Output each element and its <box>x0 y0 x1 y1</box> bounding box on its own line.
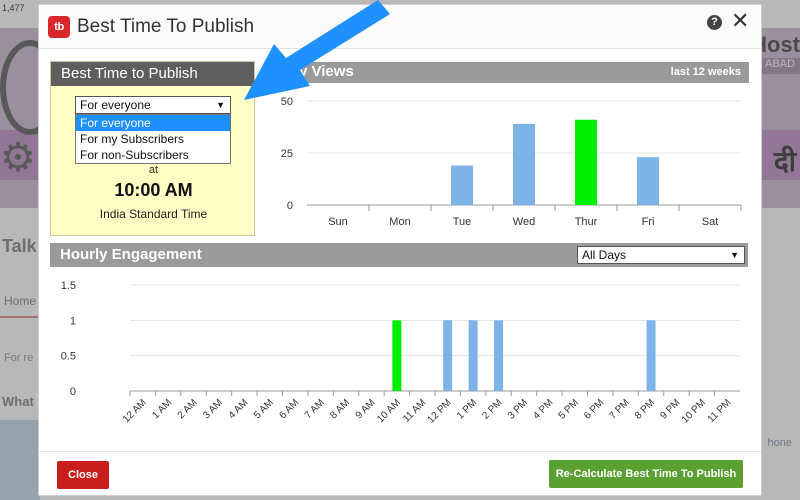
help-icon[interactable]: ? <box>707 15 722 30</box>
best-time-modal: tb Best Time To Publish ? ✕ Best Time to… <box>38 4 762 496</box>
x-tick-label: 5 PM <box>557 397 581 421</box>
x-tick-label: 10 PM <box>680 397 708 425</box>
x-tick-label: 7 PM <box>607 397 631 421</box>
x-tick-label: 10 AM <box>375 397 403 425</box>
x-tick-label: 9 AM <box>354 397 378 421</box>
audience-dropdown-list: For everyone For my Subscribers For non-… <box>75 114 231 164</box>
x-tick-label: 6 AM <box>277 397 301 421</box>
y-tick-label: 25 <box>281 148 293 160</box>
at-label: at <box>148 164 159 176</box>
bar-hour-14 <box>494 320 504 391</box>
x-tick-label: 7 AM <box>303 397 327 421</box>
recalculate-button[interactable]: Re-Calculate Best Time To Publish <box>549 460 743 488</box>
x-tick-label: 8 PM <box>633 397 657 421</box>
x-tick-label: 5 AM <box>252 397 276 421</box>
x-tick-label: 1 AM <box>150 397 174 421</box>
days-filter-select[interactable]: All Days ▼ <box>577 246 745 264</box>
x-tick-label: 2 AM <box>176 397 200 421</box>
audience-option-non-subscribers[interactable]: For non-Subscribers <box>76 147 230 163</box>
x-tick-label: 11 PM <box>706 397 734 425</box>
day-views-period: last 12 weeks <box>670 66 741 78</box>
modal-title: Best Time To Publish <box>77 16 255 37</box>
audience-selected-value: For everyone <box>80 98 151 112</box>
x-tick-label: Wed <box>513 216 535 228</box>
best-time-heading: Best Time to Publish <box>51 62 254 86</box>
dropdown-arrow-icon: ▼ <box>730 250 739 260</box>
x-tick-label: 4 PM <box>531 397 555 421</box>
close-icon[interactable]: ✕ <box>731 10 749 32</box>
x-tick-label: 11 AM <box>401 397 428 424</box>
bar-hour-12 <box>443 320 453 391</box>
bar-hour-20 <box>646 320 656 391</box>
hourly-engagement-chart: 0 0.5 1 1.5 12 AM 1 AM 2 AM 3 AM 4 AM 5 AM 6 AM 7 A… <box>61 280 740 426</box>
audience-option-subscribers[interactable]: For my Subscribers <box>76 131 230 147</box>
y-tick-label: 1 <box>70 315 76 327</box>
close-button[interactable]: Close <box>57 461 109 489</box>
y-tick-label: 1.5 <box>61 280 76 292</box>
annotation-arrow-icon <box>244 0 390 100</box>
x-tick-label: 8 AM <box>328 397 352 421</box>
x-tick-label: 12 AM <box>121 397 149 425</box>
x-tick-label: 1 PM <box>455 397 479 421</box>
bar-thur <box>575 119 597 205</box>
x-tick-label: 3 AM <box>201 397 225 421</box>
y-tick-label: 0.5 <box>61 351 76 363</box>
y-tick-label: 0 <box>287 200 293 212</box>
x-tick-label: 12 PM <box>426 397 454 425</box>
x-tick-label: 3 PM <box>506 397 530 421</box>
x-tick-label: Thur <box>575 216 598 228</box>
dropdown-arrow-icon: ▼ <box>216 100 225 110</box>
y-tick-label: 0 <box>70 386 76 398</box>
timezone-label: India Standard Time <box>99 207 208 221</box>
bar-fri <box>637 157 659 205</box>
best-time-value: 10:00 AM <box>114 180 193 200</box>
audience-select[interactable]: For everyone ▼ <box>75 96 231 114</box>
x-tick-label: Tue <box>453 216 472 228</box>
x-tick-label: 4 AM <box>227 397 251 421</box>
x-tick-label: Mon <box>389 216 410 228</box>
bar-wed <box>513 123 535 205</box>
x-tick-label: Fri <box>642 216 655 228</box>
x-tick-label: 6 PM <box>582 397 606 421</box>
bar-hour-10 <box>392 320 402 391</box>
audience-option-everyone[interactable]: For everyone <box>76 115 230 131</box>
modal-footer: Close Re-Calculate Best Time To Publish <box>39 451 761 495</box>
tubebuddy-logo-icon: tb <box>48 16 70 38</box>
hourly-engagement-heading: Hourly Engagement <box>60 246 202 263</box>
x-tick-label: Sat <box>702 216 719 228</box>
x-tick-label: 2 PM <box>480 397 504 421</box>
x-tick-label: Sun <box>328 216 348 228</box>
bar-hour-13 <box>468 320 478 391</box>
modal-header: tb Best Time To Publish ? ✕ <box>39 5 761 49</box>
bar-tue <box>451 165 473 205</box>
days-filter-value: All Days <box>582 248 627 262</box>
